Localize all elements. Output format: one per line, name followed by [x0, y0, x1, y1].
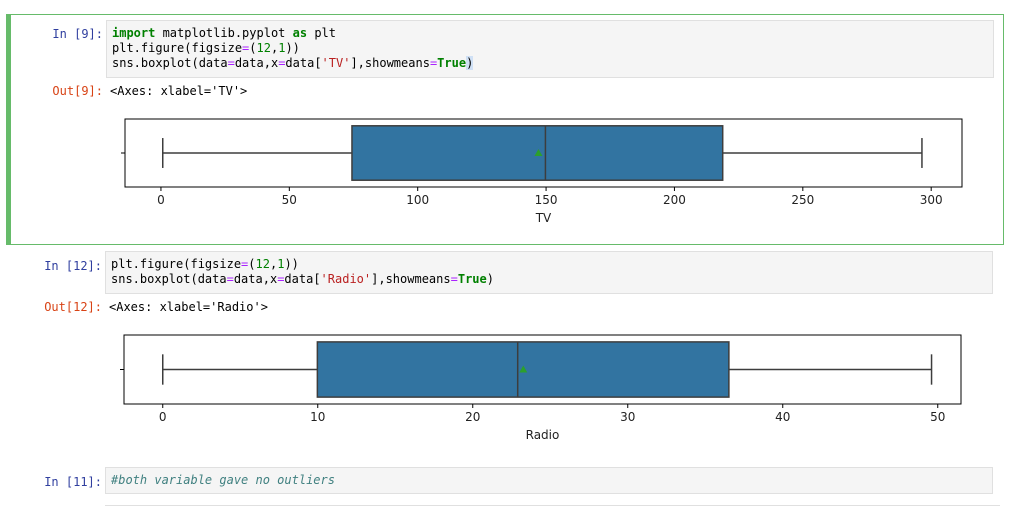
x-tick-label: 200 [663, 193, 686, 207]
x-tick-label: 10 [310, 410, 325, 424]
x-tick-label: 50 [282, 193, 297, 207]
boxplot-chart-tv: 0 50 100 150 200 250 300 TV [121, 118, 963, 225]
code-cell-radio[interactable]: In [12]: plt.figure(figsize=(12,1)) sns.… [6, 246, 1004, 456]
x-tick-label: 50 [930, 410, 945, 424]
code-cell-tv[interactable]: In [9]: import matplotlib.pyplot as plt … [6, 14, 1004, 245]
markdown-comment-cell[interactable]: In [11]: #both variable gave no outliers [6, 462, 1004, 502]
x-tick-label: 30 [620, 410, 635, 424]
x-axis-label: Radio [526, 428, 560, 442]
x-tick-label: 100 [406, 193, 429, 207]
x-tick-label: 20 [465, 410, 480, 424]
x-tick-label: 0 [157, 193, 165, 207]
x-tick-label: 40 [775, 410, 790, 424]
x-axis-label: TV [535, 211, 552, 225]
code-editor[interactable]: #both variable gave no outliers [105, 467, 993, 494]
cell-divider [105, 505, 1000, 506]
x-tick-label: 0 [159, 410, 167, 424]
x-tick-label: 300 [920, 193, 943, 207]
x-tick-label: 150 [535, 193, 558, 207]
code-comment: #both variable gave no outliers [111, 473, 335, 487]
boxplot-chart-radio: 0 10 20 30 40 50 Radio [120, 334, 962, 442]
input-prompt: In [11]: [44, 475, 102, 489]
x-tick-label: 250 [791, 193, 814, 207]
